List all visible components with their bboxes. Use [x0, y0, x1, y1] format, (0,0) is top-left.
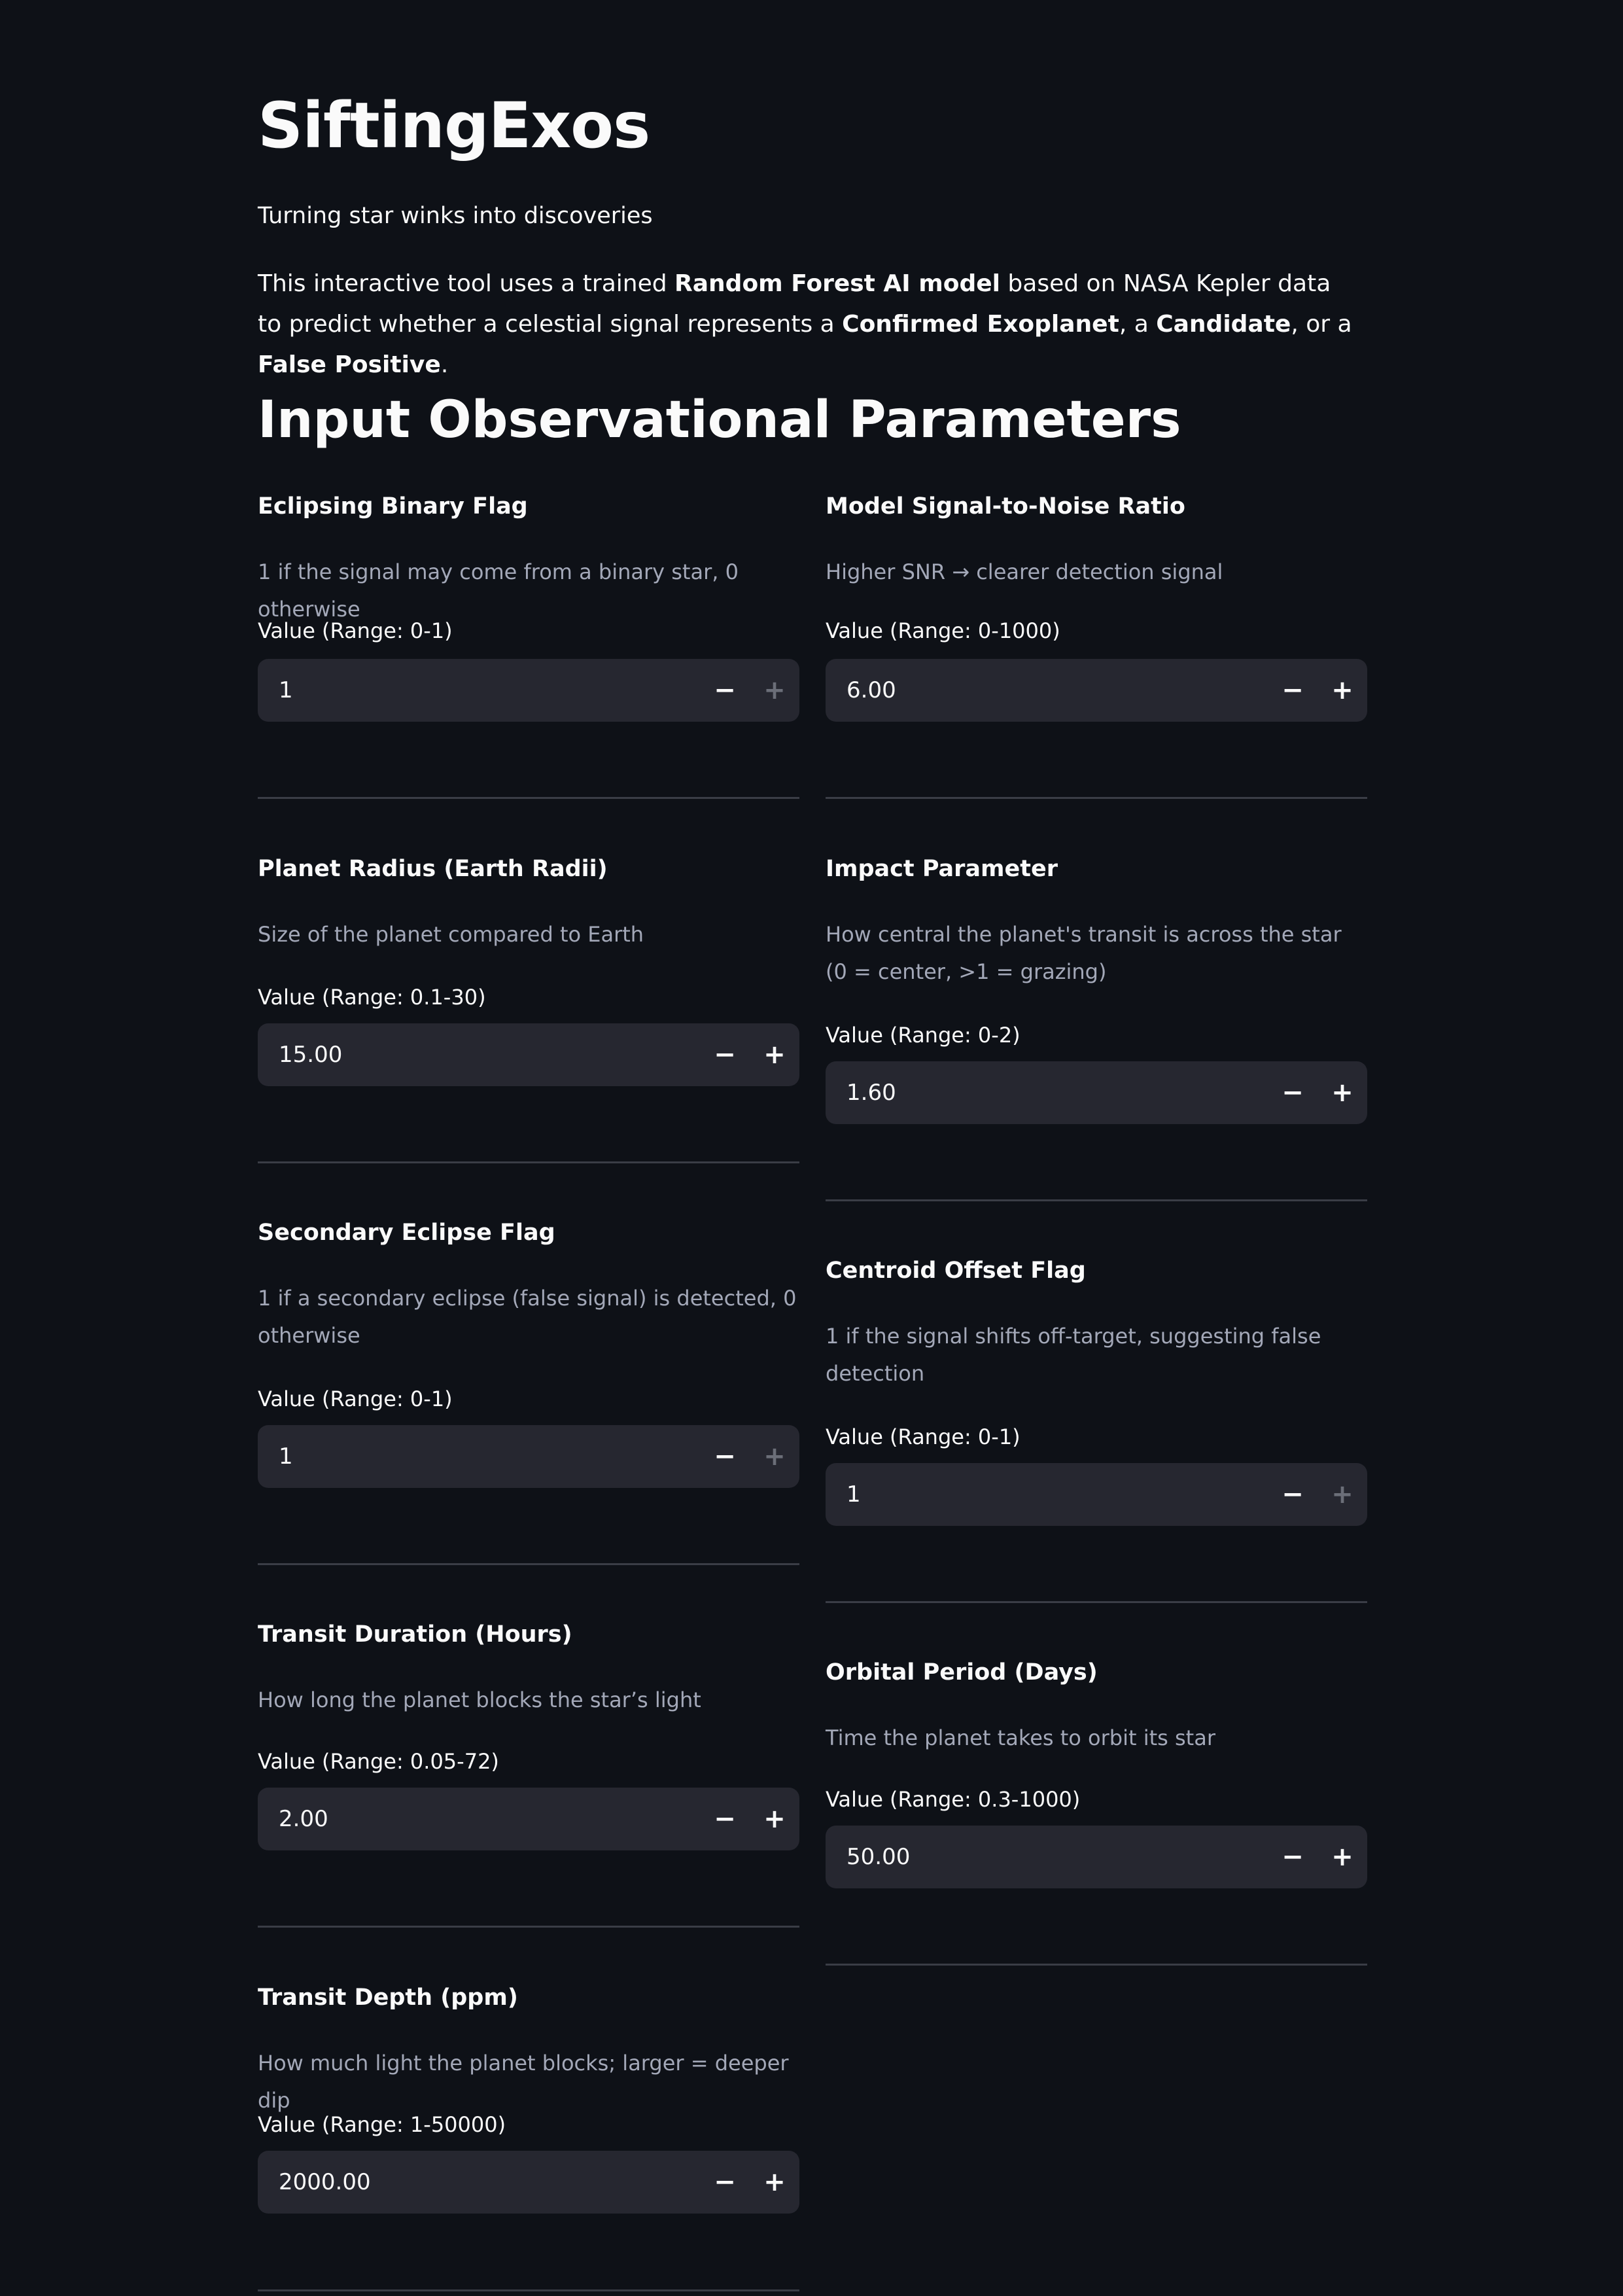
- input-value[interactable]: 1: [846, 1463, 861, 1526]
- orbital-period-input[interactable]: 50.00 − +: [826, 1826, 1367, 1888]
- field-title: Impact Parameter: [826, 856, 1058, 882]
- divider: [258, 797, 799, 799]
- field-description: 1 if the signal may come from a binary s…: [258, 559, 739, 622]
- intro-text-part: .: [440, 351, 449, 378]
- field-label: Value (Range: 0.3-1000): [826, 1787, 1081, 1812]
- field-planet-radius: Planet Radius (Earth Radii) Size of the …: [258, 855, 799, 1163]
- decrement-button[interactable]: −: [700, 2151, 750, 2214]
- increment-button[interactable]: +: [750, 1788, 799, 1850]
- field-label: Value (Range: 1-50000): [258, 2112, 506, 2137]
- field-secondary-eclipse: Secondary Eclipse Flag 1 if a secondary …: [258, 1218, 799, 1565]
- intro-text-part: , or a: [1291, 311, 1352, 338]
- input-value[interactable]: 1: [279, 1425, 293, 1488]
- increment-button[interactable]: +: [1318, 1061, 1367, 1124]
- centroid-offset-input[interactable]: 1 − +: [826, 1463, 1367, 1526]
- transit-duration-input[interactable]: 2.00 − +: [258, 1788, 799, 1850]
- field-label: Value (Range: 0-1): [258, 1386, 453, 1411]
- field-title: Transit Depth (ppm): [258, 1985, 518, 2011]
- divider: [258, 1161, 799, 1163]
- increment-button[interactable]: +: [750, 659, 799, 722]
- field-label: Value (Range: 0-1000): [826, 618, 1060, 643]
- app-title: SiftingExos: [258, 89, 650, 162]
- decrement-button[interactable]: −: [700, 659, 750, 722]
- intro-text: This interactive tool uses a trained Ran…: [258, 264, 1383, 385]
- input-value[interactable]: 15.00: [279, 1023, 342, 1086]
- field-eclipsing-binary: Eclipsing Binary Flag 1 if the signal ma…: [258, 492, 799, 800]
- divider: [826, 1601, 1367, 1603]
- input-value[interactable]: 1: [279, 659, 293, 722]
- intro-text-part: , a: [1119, 311, 1157, 338]
- divider: [826, 797, 1367, 799]
- decrement-button[interactable]: −: [1268, 1061, 1318, 1124]
- increment-button[interactable]: +: [750, 1023, 799, 1086]
- field-title: Model Signal-to-Noise Ratio: [826, 493, 1185, 520]
- field-title: Secondary Eclipse Flag: [258, 1220, 555, 1246]
- input-value[interactable]: 2.00: [279, 1788, 328, 1850]
- planet-radius-input[interactable]: 15.00 − +: [258, 1023, 799, 1086]
- field-description: Time the planet takes to orbit its star: [826, 1725, 1215, 1750]
- field-label: Value (Range: 0-1): [258, 618, 453, 643]
- field-transit-depth: Transit Depth (ppm) How much light the p…: [258, 1983, 799, 2296]
- field-centroid-offset: Centroid Offset Flag 1 if the signal shi…: [826, 1256, 1367, 1603]
- decrement-button[interactable]: −: [1268, 659, 1318, 722]
- field-transit-duration: Transit Duration (Hours) How long the pl…: [258, 1620, 799, 1928]
- field-description: How long the planet blocks the star’s li…: [258, 1687, 701, 1712]
- input-value[interactable]: 1.60: [846, 1061, 896, 1124]
- field-label: Value (Range: 0.1-30): [258, 985, 486, 1010]
- field-snr: Model Signal-to-Noise Ratio Higher SNR →…: [826, 492, 1367, 800]
- secondary-eclipse-input[interactable]: 1 − +: [258, 1425, 799, 1488]
- divider: [826, 1199, 1367, 1201]
- decrement-button[interactable]: −: [700, 1425, 750, 1488]
- intro-bold-model: Random Forest AI model: [674, 270, 1000, 297]
- decrement-button[interactable]: −: [1268, 1826, 1318, 1888]
- input-value[interactable]: 2000.00: [279, 2151, 371, 2214]
- input-value[interactable]: 50.00: [846, 1826, 910, 1888]
- increment-button[interactable]: +: [1318, 1826, 1367, 1888]
- field-label: Value (Range: 0-1): [826, 1424, 1021, 1449]
- decrement-button[interactable]: −: [700, 1023, 750, 1086]
- intro-bold-false-positive: False Positive: [258, 351, 441, 378]
- increment-button[interactable]: +: [750, 1425, 799, 1488]
- field-title: Eclipsing Binary Flag: [258, 493, 528, 520]
- field-title: Centroid Offset Flag: [826, 1258, 1086, 1284]
- impact-parameter-input[interactable]: 1.60 − +: [826, 1061, 1367, 1124]
- divider: [258, 1563, 799, 1565]
- app-tagline: Turning star winks into discoveries: [258, 203, 653, 229]
- decrement-button[interactable]: −: [700, 1788, 750, 1850]
- field-title: Planet Radius (Earth Radii): [258, 856, 608, 882]
- field-description: Size of the planet compared to Earth: [258, 922, 644, 947]
- field-description: Higher SNR → clearer detection signal: [826, 559, 1223, 584]
- intro-text-part: based on NASA Kepler data: [1000, 270, 1331, 297]
- intro-text-part: This interactive tool uses a trained: [258, 270, 675, 297]
- input-value[interactable]: 6.00: [846, 659, 896, 722]
- field-orbital-period: Orbital Period (Days) Time the planet ta…: [826, 1658, 1367, 1966]
- increment-button[interactable]: +: [1318, 659, 1367, 722]
- divider: [258, 2289, 799, 2291]
- field-title: Transit Duration (Hours): [258, 1621, 572, 1648]
- intro-bold-confirmed: Confirmed Exoplanet: [842, 311, 1119, 338]
- intro-bold-candidate: Candidate: [1156, 311, 1291, 338]
- field-impact-parameter: Impact Parameter How central the planet'…: [826, 855, 1367, 1201]
- intro-text-part: to predict whether a celestial signal re…: [258, 311, 843, 338]
- field-description: How much light the planet blocks; larger…: [258, 2051, 789, 2113]
- field-description: 1 if the signal shifts off-target, sugge…: [826, 1324, 1321, 1386]
- section-title: Input Observational Parameters: [258, 391, 1181, 450]
- eclipsing-binary-input[interactable]: 1 − +: [258, 659, 799, 722]
- decrement-button[interactable]: −: [1268, 1463, 1318, 1526]
- field-title: Orbital Period (Days): [826, 1659, 1098, 1686]
- increment-button[interactable]: +: [750, 2151, 799, 2214]
- field-description: 1 if a secondary eclipse (false signal) …: [258, 1286, 797, 1348]
- field-description: How central the planet's transit is acro…: [826, 922, 1342, 984]
- field-label: Value (Range: 0-2): [826, 1023, 1021, 1048]
- divider: [826, 1964, 1367, 1966]
- divider: [258, 1926, 799, 1928]
- transit-depth-input[interactable]: 2000.00 − +: [258, 2151, 799, 2214]
- increment-button[interactable]: +: [1318, 1463, 1367, 1526]
- snr-input[interactable]: 6.00 − +: [826, 659, 1367, 722]
- field-label: Value (Range: 0.05-72): [258, 1749, 499, 1774]
